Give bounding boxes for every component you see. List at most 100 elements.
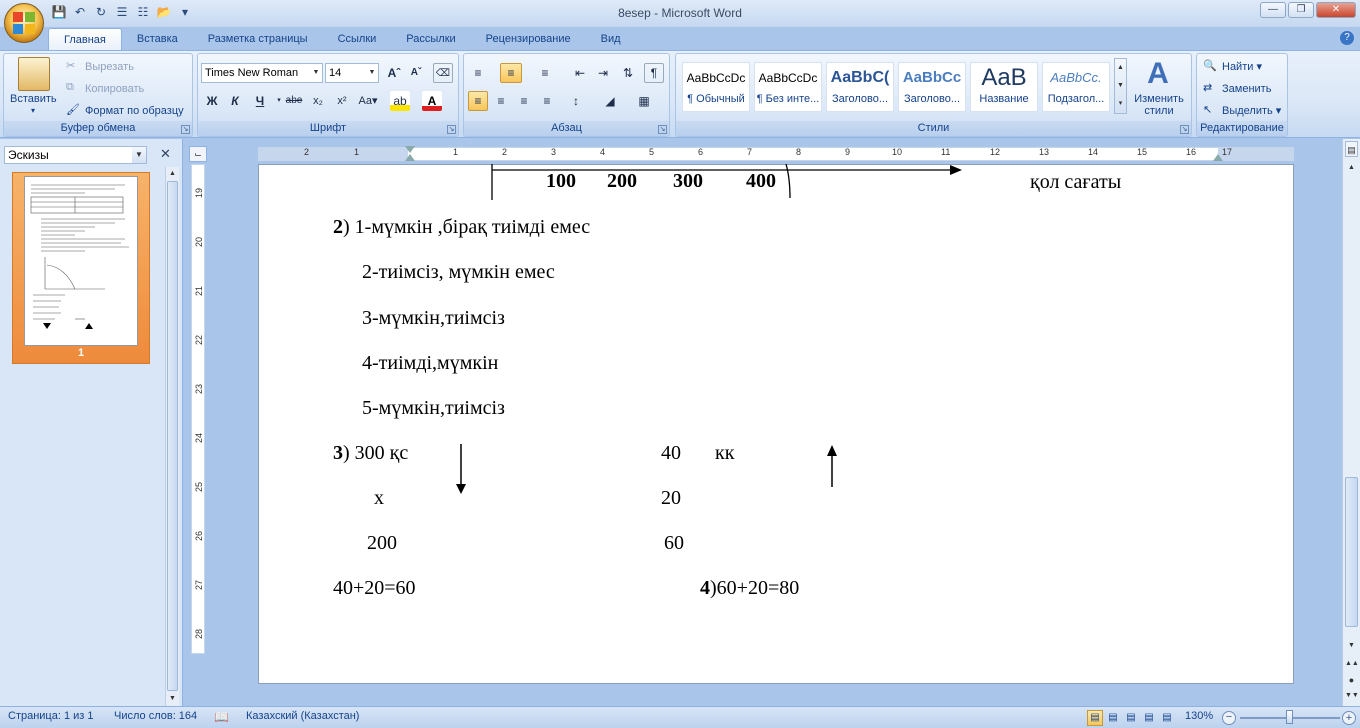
cut-button[interactable]: ✂ Вырезать [66,59,134,75]
copy-button[interactable]: ⧉ Копировать [66,81,144,97]
zoom-level[interactable]: 130% [1185,710,1213,722]
align-center-icon[interactable]: ≡ [491,91,511,111]
thumbnail-scrollbar[interactable]: ▲ ▼ [165,167,179,706]
sort-icon[interactable]: ⇅ [618,63,638,83]
outline-icon[interactable]: ▤ [1141,710,1157,726]
multilevel-list-icon[interactable]: ≡ [535,63,555,83]
previous-page-icon[interactable]: ▲▲ [1345,657,1359,671]
ruler-number: 28 [194,628,205,640]
highlight-icon[interactable]: ab [390,91,410,111]
full-screen-reading-icon[interactable]: ▤ [1105,710,1121,726]
clear-format-icon[interactable]: ⌫ [433,63,453,83]
scroll-down-icon[interactable]: ▼ [166,692,179,706]
zoom-slider-thumb[interactable] [1286,710,1293,724]
close-icon[interactable]: ✕ [160,146,171,162]
left-indent-marker[interactable] [405,154,415,161]
line-spacing-icon[interactable]: ↕ [566,91,586,111]
tab-references[interactable]: Ссылки [323,28,392,50]
status-page[interactable]: Страница: 1 из 1 [8,710,94,722]
numbering-icon[interactable]: ≡ [500,63,522,83]
next-page-icon[interactable]: ▼▼ [1345,689,1359,703]
shading-icon[interactable]: ◢ [600,91,620,111]
restore-button[interactable]: ❐ [1288,2,1314,18]
zoom-out-icon[interactable]: − [1222,711,1236,725]
align-right-icon[interactable]: ≡ [514,91,534,111]
paragraph-launcher-icon[interactable]: ↘ [658,125,667,134]
scroll-thumb[interactable] [167,181,178,691]
status-language[interactable]: Казахский (Казахстан) [246,710,359,722]
bullets-icon[interactable]: ≡ [468,63,488,83]
font-size-select[interactable]: 14 ▼ [325,63,379,83]
borders-icon[interactable]: ▦ [634,91,654,111]
font-color-icon[interactable]: A [422,91,442,111]
paste-icon[interactable] [18,57,50,91]
italic-icon[interactable]: К [225,91,245,111]
minimize-button[interactable]: — [1260,2,1286,18]
style-subtitle[interactable]: AaBbCc. Подзагол... [1042,62,1110,112]
tab-page-layout[interactable]: Разметка страницы [193,28,323,50]
draft-icon[interactable]: ▤ [1159,710,1175,726]
change-styles-icon[interactable]: A [1140,58,1176,90]
paragraph-3-200: 200 [367,532,397,554]
office-button[interactable] [4,3,44,43]
font-launcher-icon[interactable]: ↘ [447,125,456,134]
font-name-select[interactable]: Times New Roman ▼ [201,63,323,83]
clipboard-launcher-icon[interactable]: ↘ [181,125,190,134]
proofing-icon[interactable]: 📖 [214,710,229,724]
paragraph-2-line-2: 2-тиімсіз, мүмкін емес [362,261,555,283]
cut-label: Вырезать [85,60,134,73]
style-heading-1[interactable]: AaBbC(Заголово... [826,62,894,112]
style-title[interactable]: AaB Название [970,62,1038,112]
nav-mode-select[interactable]: Эскизы ▼ [4,146,147,164]
change-case-icon[interactable]: Aa▾ [358,91,378,111]
find-button[interactable]: 🔍 Найти ▾ [1203,59,1262,75]
scroll-down-icon[interactable]: ▼ [1345,639,1358,653]
tab-mailings[interactable]: Рассылки [391,28,470,50]
grow-font-icon[interactable]: Aˆ [384,63,404,83]
print-layout-icon[interactable]: ▤ [1087,709,1103,726]
increase-indent-icon[interactable]: ⇥ [593,63,613,83]
format-painter-button[interactable]: 🖌 Формат по образцу [66,103,184,119]
paste-dropdown-icon[interactable]: ▾ [31,106,35,115]
tab-review[interactable]: Рецензирование [471,28,586,50]
bold-icon[interactable]: Ж [202,91,222,111]
ruler-toggle-icon[interactable]: ▤ [1345,141,1358,157]
justify-icon[interactable]: ≡ [537,91,557,111]
tab-insert[interactable]: Вставка [122,28,193,50]
status-word-count[interactable]: Число слов: 164 [114,710,197,722]
close-button[interactable]: ✕ [1316,2,1356,18]
replace-button[interactable]: ⇄ Заменить [1203,81,1271,97]
scroll-thumb[interactable] [1345,477,1358,627]
tab-view[interactable]: Вид [586,28,636,50]
styles-scroll[interactable]: ▲ ▼ ▾ [1114,58,1127,114]
style-no-spacing[interactable]: AaBbCcDc ¶ Без инте... [754,62,822,112]
first-line-indent-marker[interactable] [405,146,415,153]
page-thumbnail[interactable] [24,176,138,346]
select-button[interactable]: ↖ Выделить ▾ [1203,103,1281,119]
scroll-up-icon[interactable]: ▲ [1345,161,1358,175]
decrease-indent-icon[interactable]: ⇤ [570,63,590,83]
ruler-number: 3 [551,147,557,157]
ruler-number: 24 [194,432,205,444]
style-heading-2[interactable]: AaBbCc Заголово... [898,62,966,112]
tab-selector[interactable]: ⌙ [189,146,207,162]
help-icon[interactable]: ? [1340,31,1354,45]
paste-button[interactable]: Вставить [10,93,57,105]
scroll-up-icon[interactable]: ▲ [166,167,179,181]
style-normal[interactable]: AaBbCcDc ¶ Обычный [682,62,750,112]
strikethrough-icon[interactable]: abe [284,91,304,111]
browse-object-icon[interactable]: ● [1345,673,1358,687]
styles-launcher-icon[interactable]: ↘ [1180,125,1189,134]
underline-icon[interactable]: Ч [250,91,270,111]
align-left-icon[interactable]: ≡ [468,91,488,111]
document-scrollbar[interactable]: ▤ ▲ ▼ ▲▲ ● ▼▼ [1342,139,1360,706]
shrink-font-icon[interactable]: Aˇ [406,63,426,83]
right-indent-marker[interactable] [1213,154,1223,161]
tab-home[interactable]: Главная [48,28,122,50]
pilcrow-icon[interactable]: ¶ [644,63,664,83]
zoom-in-icon[interactable]: + [1342,711,1356,725]
subscript-icon[interactable]: x₂ [308,91,328,111]
change-styles-button[interactable]: Изменить стили [1133,93,1185,117]
web-layout-icon[interactable]: ▤ [1123,710,1139,726]
superscript-icon[interactable]: x² [332,91,352,111]
